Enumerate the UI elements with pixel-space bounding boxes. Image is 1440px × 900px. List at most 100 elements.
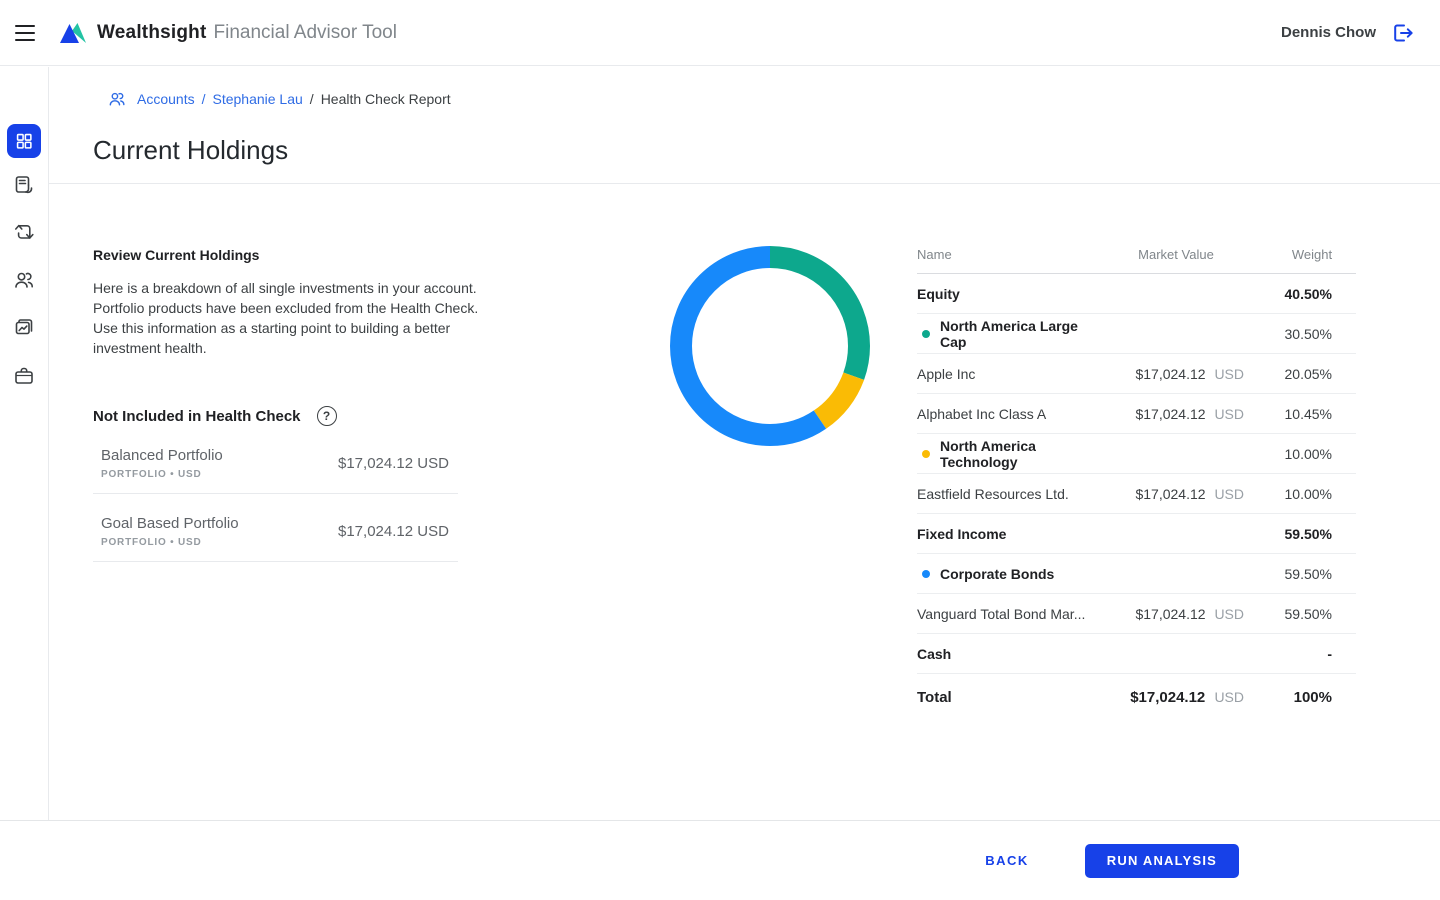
row-name: Apple Inc (917, 366, 975, 382)
row-weight: 40.50% (1268, 286, 1356, 302)
title-divider (49, 183, 1440, 184)
row-weight: 59.50% (1268, 606, 1356, 622)
app-title: Wealthsight Financial Advisor Tool (97, 22, 397, 44)
table-row: Cash - (917, 634, 1356, 674)
allocation-donut-chart (670, 246, 870, 446)
excluded-list: Balanced Portfolio PORTFOLIO • USD $17,0… (93, 426, 458, 562)
row-name: Equity (917, 286, 960, 302)
logo-triangles-icon (59, 21, 87, 45)
sidebar-item-portfolio[interactable] (12, 364, 36, 388)
brand-name: Wealthsight (97, 22, 207, 44)
breadcrumb: Accounts / Stephanie Lau / Health Check Repo… (107, 89, 451, 109)
excluded-portfolio-item: Balanced Portfolio PORTFOLIO • USD $17,0… (93, 426, 458, 494)
sidebar-nav (0, 67, 49, 820)
row-name: Corporate Bonds (940, 566, 1054, 582)
row-currency: USD (1214, 689, 1244, 705)
holdings-table-header: Name Market Value Weight (917, 247, 1356, 274)
portfolio-meta: PORTFOLIO • USD (101, 537, 338, 548)
column-header-weight: Weight (1268, 247, 1356, 262)
row-weight: 30.50% (1268, 326, 1356, 342)
hamburger-menu-icon[interactable] (15, 25, 35, 41)
breadcrumb-item: Health Check Report (321, 91, 451, 107)
report-icon (12, 172, 36, 196)
row-currency: USD (1214, 486, 1244, 502)
row-market-value: $17,024.12 (1135, 406, 1205, 422)
table-row: Total $17,024.12 USD 100% (917, 674, 1356, 720)
row-weight: 59.50% (1268, 526, 1356, 542)
sidebar-item-charts[interactable] (12, 316, 36, 340)
portfolio-meta: PORTFOLIO • USD (101, 469, 338, 480)
table-row: Fixed Income 59.50% (917, 514, 1356, 554)
row-name: Total (917, 689, 952, 706)
sidebar-item-clients[interactable] (12, 268, 36, 292)
repeat-icon (12, 220, 36, 244)
portfolio-name: Goal Based Portfolio (101, 515, 338, 532)
top-bar: Wealthsight Financial Advisor Tool Denni… (0, 0, 1440, 66)
row-weight: 59.50% (1268, 566, 1356, 582)
row-name: Vanguard Total Bond Mar... (917, 606, 1085, 622)
row-weight: 20.05% (1268, 366, 1356, 382)
breadcrumb-items: Accounts / Stephanie Lau / Health Check Repo… (137, 91, 451, 107)
excluded-heading: Not Included in Health Check (93, 408, 301, 425)
row-weight: 10.00% (1268, 486, 1356, 502)
table-row: Equity 40.50% (917, 274, 1356, 314)
breadcrumb-item[interactable]: Stephanie Lau (212, 91, 302, 107)
brand-logo (59, 21, 87, 45)
clients-icon (107, 89, 127, 109)
row-market-value: $17,024.12 (1135, 486, 1205, 502)
table-row: Corporate Bonds 59.50% (917, 554, 1356, 594)
portfolio-value: $17,024.12 USD (338, 455, 458, 472)
dashboard-grid-icon (13, 130, 35, 152)
briefcase-icon (12, 364, 36, 388)
sidebar-item-transfers[interactable] (12, 220, 36, 244)
row-name: Alphabet Inc Class A (917, 406, 1046, 422)
category-color-dot (922, 450, 930, 458)
intro-body: Here is a breakdown of all single invest… (93, 278, 495, 358)
row-market-value: $17,024.12 (1130, 689, 1205, 706)
table-row: Alphabet Inc Class A $17,024.12 USD 10.4… (917, 394, 1356, 434)
row-name: North America Technology (940, 438, 1108, 470)
back-button[interactable]: BACK (985, 853, 1029, 868)
app-window: Wealthsight Financial Advisor Tool Denni… (0, 0, 1440, 900)
excluded-portfolio-item: Goal Based Portfolio PORTFOLIO • USD $17… (93, 494, 458, 562)
intro-section: Review Current Holdings Here is a breakd… (93, 247, 495, 358)
table-row: North America Large Cap 30.50% (917, 314, 1356, 354)
main-content: Accounts / Stephanie Lau / Health Check Repo… (49, 67, 1440, 820)
intro-heading: Review Current Holdings (93, 247, 495, 263)
row-currency: USD (1214, 606, 1244, 622)
row-weight: 100% (1268, 689, 1356, 706)
row-market-value: $17,024.12 (1135, 366, 1205, 382)
footer-bar: BACK RUN ANALYSIS (0, 820, 1440, 900)
sidebar-item-reports[interactable] (12, 172, 36, 196)
category-color-dot (922, 570, 930, 578)
run-analysis-button[interactable]: RUN ANALYSIS (1085, 844, 1239, 878)
table-row: Eastfield Resources Ltd. $17,024.12 USD … (917, 474, 1356, 514)
holdings-table: Name Market Value Weight Equity 40.50% N… (917, 247, 1356, 720)
sidebar-item-dashboard[interactable] (7, 124, 41, 158)
row-weight: 10.00% (1268, 446, 1356, 462)
row-weight: 10.45% (1268, 406, 1356, 422)
column-header-name: Name (917, 247, 1108, 262)
row-name: Fixed Income (917, 526, 1006, 542)
clients-icon (12, 268, 36, 292)
row-currency: USD (1214, 406, 1244, 422)
row-name: Eastfield Resources Ltd. (917, 486, 1069, 502)
brand-suffix: Financial Advisor Tool (214, 22, 397, 44)
breadcrumb-separator: / (310, 91, 314, 107)
page-title: Current Holdings (93, 135, 288, 166)
excluded-section: Not Included in Health Check Balanced Po… (93, 406, 458, 562)
breadcrumb-item[interactable]: Accounts (137, 91, 195, 107)
portfolio-name: Balanced Portfolio (101, 447, 338, 464)
row-weight: - (1268, 646, 1356, 662)
table-row: Vanguard Total Bond Mar... $17,024.12 US… (917, 594, 1356, 634)
column-header-market-value: Market Value (1108, 247, 1268, 262)
row-name: North America Large Cap (940, 318, 1108, 350)
logout-icon[interactable] (1390, 21, 1416, 45)
breadcrumb-separator: / (202, 91, 206, 107)
help-circle-icon[interactable] (317, 406, 337, 426)
row-name: Cash (917, 646, 951, 662)
row-market-value: $17,024.12 (1135, 606, 1205, 622)
table-row: Apple Inc $17,024.12 USD 20.05% (917, 354, 1356, 394)
row-currency: USD (1214, 366, 1244, 382)
category-color-dot (922, 330, 930, 338)
